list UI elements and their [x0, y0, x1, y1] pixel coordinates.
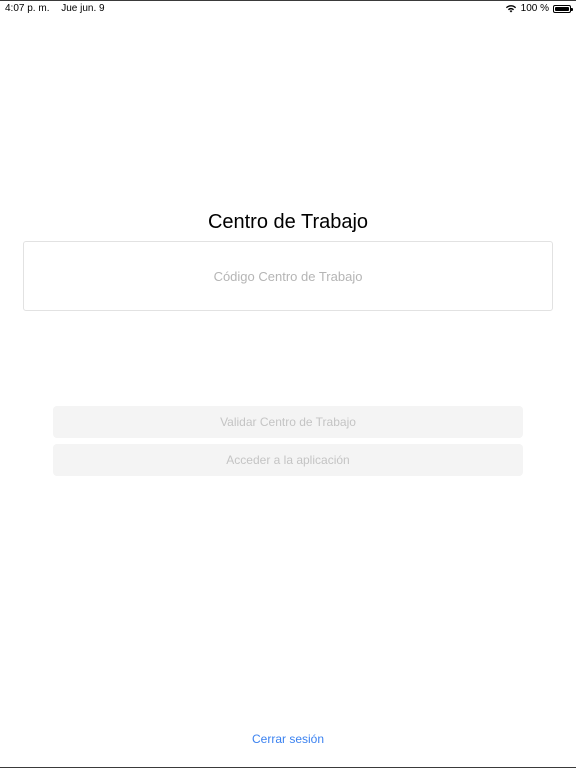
validate-work-center-button[interactable]: Validar Centro de Trabajo	[53, 406, 523, 438]
battery-level	[555, 6, 569, 11]
access-app-button[interactable]: Acceder a la aplicación	[53, 444, 523, 476]
status-date: Jue jun. 9	[61, 3, 105, 14]
status-left: 4:07 p. m. Jue jun. 9	[5, 3, 105, 14]
battery-percentage: 100 %	[520, 3, 549, 14]
logout-link[interactable]: Cerrar sesión	[0, 732, 576, 746]
page-title: Centro de Trabajo	[207, 211, 369, 233]
app-screen: 4:07 p. m. Jue jun. 9 100 % Centro de Tr…	[0, 0, 576, 768]
battery-icon	[553, 4, 573, 13]
work-center-code-input[interactable]	[23, 241, 553, 311]
battery-tip	[571, 7, 573, 11]
wifi-icon	[505, 5, 516, 13]
status-bar: 4:07 p. m. Jue jun. 9 100 %	[0, 1, 576, 17]
status-right: 100 %	[505, 3, 573, 14]
status-time: 4:07 p. m.	[5, 3, 50, 14]
